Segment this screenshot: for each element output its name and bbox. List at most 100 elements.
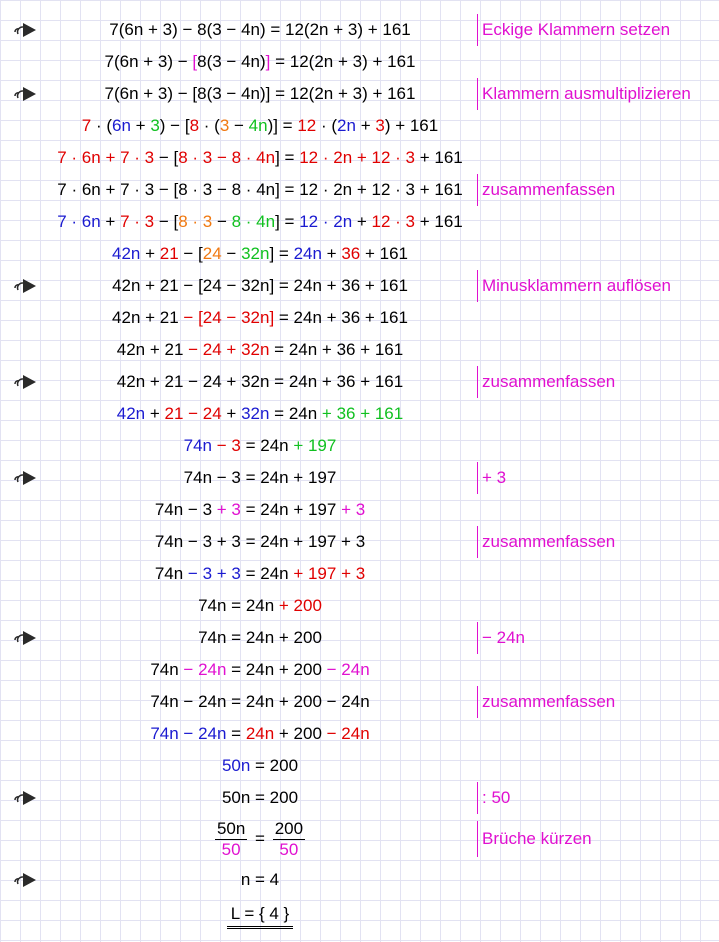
equation-row: 74n − 3 + 3 = 24n + 197 + 3 xyxy=(0,558,719,590)
equation: 74n − 24n = 24n + 200 − 24n xyxy=(0,686,520,718)
equation-term: + 161 xyxy=(415,212,463,231)
equation: 7(6n + 3) − [8(3 − 4n)] = 12(2n + 3) + 1… xyxy=(0,46,520,78)
equation-term: ) + 161 xyxy=(384,116,439,135)
equation-term: 7 · 6n + 7 · 3 − [8 · 3 − 8 · 4n] = 12 ·… xyxy=(57,180,463,199)
equation: 74n − 3 + 3 = 24n + 197 + 3 xyxy=(0,558,520,590)
annotation: Eckige Klammern setzen xyxy=(477,14,670,46)
annotation-text: Klammern ausmultiplizieren xyxy=(482,84,691,103)
equation-term: · ( xyxy=(316,116,338,135)
equation-term: 42n + 21 xyxy=(116,340,189,359)
fraction-right-numerator: 200 xyxy=(272,818,306,840)
equation-term: 74n − 3 xyxy=(154,500,217,519)
equation-term: = 24n xyxy=(240,436,294,455)
equation-term: = xyxy=(226,724,246,743)
fraction-right-denominator: 50 xyxy=(279,839,299,859)
equation-row: 50n = 200: 50 xyxy=(0,782,719,814)
equation-term: = 12(2n + 3) + 161 xyxy=(270,52,416,71)
equation-term: = 24n + 200 xyxy=(226,660,327,679)
equation-term: ] = xyxy=(275,148,300,167)
equation-term: 7(6n + 3) − [8(3 − 4n)] = 12(2n + 3) + 1… xyxy=(104,84,416,103)
solution-set: L = { 4 } xyxy=(226,904,294,929)
equation-term: − 3 xyxy=(216,436,241,455)
equation: 42n + 21 − 24 + 32n = 24n + 36 + 161 xyxy=(0,366,520,398)
equation-term: + 3 xyxy=(341,500,366,519)
equation-term: + xyxy=(355,116,376,135)
equation: 50n = 200 xyxy=(0,782,520,814)
annotation-text: + 3 xyxy=(482,468,507,487)
equation-term: 2n xyxy=(337,116,356,135)
equation-term: 8 · 4n xyxy=(231,212,276,231)
equation-row: 7 · 6n + 7 · 3 − [8 · 3 − 8 · 4n] = 12 ·… xyxy=(0,174,719,206)
equation: 7 · 6n + 7 · 3 − [8 · 3 − 8 · 4n] = 12 ·… xyxy=(0,206,520,238)
equation-term: 74n − 24n = 24n + 200 − 24n xyxy=(150,692,370,711)
equation-term: 32n xyxy=(241,244,270,263)
equation: 7 · 6n + 7 · 3 − [8 · 3 − 8 · 4n] = 12 ·… xyxy=(0,142,520,174)
annotation: zusammenfassen xyxy=(477,174,615,206)
equation-term: = 200 xyxy=(250,756,299,775)
fraction-row: 50n 50 = 200 50 Brüche kürzen xyxy=(0,814,719,864)
equation: 74n = 24n + 200 xyxy=(0,590,520,622)
equation: 74n − 3 + 3 = 24n + 197 + 3 xyxy=(0,526,520,558)
equation: 74n − 3 = 24n + 197 xyxy=(0,462,520,494)
equation-term: 74n = 24n xyxy=(198,596,279,615)
equation-term: − [24 − 32n] xyxy=(183,308,275,327)
equation-row: 42n + 21 − [24 − 32n] = 24n + 36 + 161 xyxy=(0,302,719,334)
result-row: L = { 4 } xyxy=(0,898,719,938)
annotation: Minusklammern auflösen xyxy=(477,270,671,302)
annotation-fraction: Brüche kürzen xyxy=(477,821,592,857)
equation: 42n + 21 − 24 + 32n = 24n + 36 + 161 xyxy=(0,334,520,366)
equation-term: + xyxy=(140,244,160,263)
equation-term: 74n − 3 = 24n + 197 xyxy=(183,468,337,487)
equation: 74n − 24n = 24n + 200 − 24n xyxy=(0,654,520,686)
equation-term: 7(6n + 3) − 8(3 − 4n) = 12(2n + 3) + 161 xyxy=(109,20,411,39)
equation-term: ) − [ xyxy=(159,116,190,135)
annotation-fraction-text: Brüche kürzen xyxy=(482,829,592,848)
equation-term: + 197 xyxy=(293,436,337,455)
equation-term: · ( xyxy=(91,116,113,135)
equation-row: 74n − 3 = 24n + 197 xyxy=(0,430,719,462)
equation-term: − 24n xyxy=(183,660,227,679)
equation: 74n − 3 = 24n + 197 xyxy=(0,430,520,462)
annotation: Klammern ausmultiplizieren xyxy=(477,78,691,110)
fraction-equals: = xyxy=(250,829,270,848)
equation: 7(6n + 3) − 8(3 − 4n) = 12(2n + 3) + 161 xyxy=(0,14,520,46)
solution-equation: n = 4 xyxy=(0,864,520,896)
equation-term: − xyxy=(212,212,232,231)
equation-term: + 161 xyxy=(360,244,408,263)
annotation: − 24n xyxy=(477,622,525,654)
equation-term: 50n xyxy=(221,756,251,775)
annotation-text: Eckige Klammern setzen xyxy=(482,20,671,39)
equation-term: · ( xyxy=(199,116,220,135)
equation: 74n − 3 + 3 = 24n + 197 + 3 xyxy=(0,494,520,526)
equation-term: − [ xyxy=(178,244,203,263)
equation-term: 42n + 21 − 24 + 32n = 24n + 36 + 161 xyxy=(116,372,404,391)
annotation-text: : 50 xyxy=(482,788,511,807)
equation-term: − 24 + 32n xyxy=(188,340,270,359)
equation-term: 21 − 24 xyxy=(164,404,222,423)
equation-term: + xyxy=(145,404,165,423)
annotation-text: zusammenfassen xyxy=(482,180,616,199)
equation: 42n + 21 − [24 − 32n] = 24n + 36 + 161 xyxy=(0,302,520,334)
fraction-left-numerator: 50n xyxy=(214,818,248,840)
equation-term: + xyxy=(352,212,372,231)
equation-term: 36 xyxy=(341,244,361,263)
equation-term: − 24n xyxy=(326,660,370,679)
equation-term: + 197 + 3 xyxy=(293,564,366,583)
equation-term: 8 xyxy=(189,116,200,135)
equation-term: 8 · 3 xyxy=(178,212,213,231)
equation-row: 74n − 24n = 24n + 200 − 24n xyxy=(0,718,719,750)
equation-term: 12 · 3 xyxy=(371,212,416,231)
annotation: + 3 xyxy=(477,462,506,494)
equation-term: )] = xyxy=(267,116,298,135)
equation-row: 74n = 24n + 200 − 24n xyxy=(0,622,719,654)
annotation-text: zusammenfassen xyxy=(482,532,616,551)
equation-term: 7 · 6n xyxy=(57,212,101,231)
equation-term: + xyxy=(130,116,151,135)
equation-term: 42n xyxy=(112,244,141,263)
equation-term: 21 xyxy=(159,244,179,263)
equation-term: 7 · 3 xyxy=(120,212,155,231)
equation-term: + xyxy=(321,244,342,263)
equation-term: 7(6n + 3) − xyxy=(104,52,193,71)
equation-term: 7 xyxy=(81,116,92,135)
annotation-text: zusammenfassen xyxy=(482,692,616,711)
